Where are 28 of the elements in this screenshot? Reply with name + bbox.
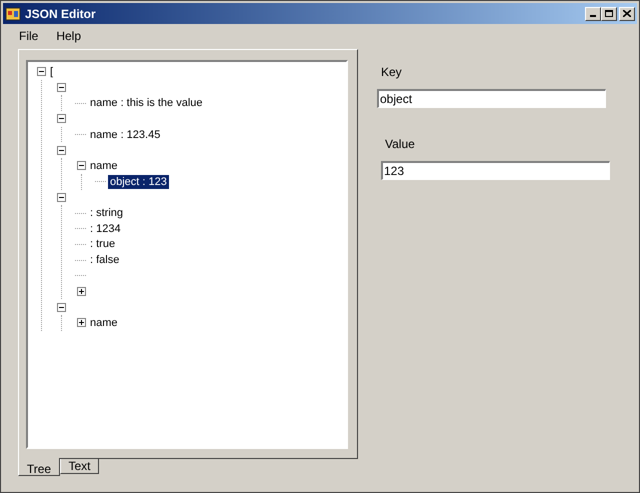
collapse-icon[interactable]: [57, 302, 66, 312]
menu-item[interactable]: File: [11, 27, 46, 45]
tree-connector[interactable]: [75, 275, 86, 276]
tree-item[interactable]: [: [48, 64, 56, 79]
tab[interactable]: Tree: [18, 458, 60, 476]
tab[interactable]: Text: [60, 459, 99, 474]
collapse-icon[interactable]: [77, 161, 86, 170]
field-label: Value: [385, 136, 416, 153]
field-label: Key: [381, 64, 403, 81]
close-icon: [623, 10, 631, 17]
close-button[interactable]: [619, 6, 635, 20]
collapse-icon[interactable]: [57, 83, 66, 92]
minimize-button[interactable]: [585, 6, 601, 20]
menu-item[interactable]: Help: [48, 27, 90, 45]
expand-icon[interactable]: [77, 318, 86, 328]
collapse-icon[interactable]: [37, 67, 46, 76]
app-icon: [5, 6, 21, 22]
text-field[interactable]: object: [377, 89, 606, 108]
maximize-button[interactable]: [601, 6, 617, 20]
tree-item[interactable]: object : 123: [108, 174, 169, 189]
tree-item[interactable]: : string: [88, 206, 126, 220]
collapse-icon[interactable]: [57, 192, 66, 202]
maximize-icon: [605, 10, 613, 17]
collapse-icon[interactable]: [57, 114, 66, 124]
window-title: JSON Editor: [25, 6, 97, 22]
collapse-icon[interactable]: [57, 146, 66, 155]
text-field[interactable]: 123: [381, 161, 610, 180]
expand-icon[interactable]: [77, 286, 86, 296]
